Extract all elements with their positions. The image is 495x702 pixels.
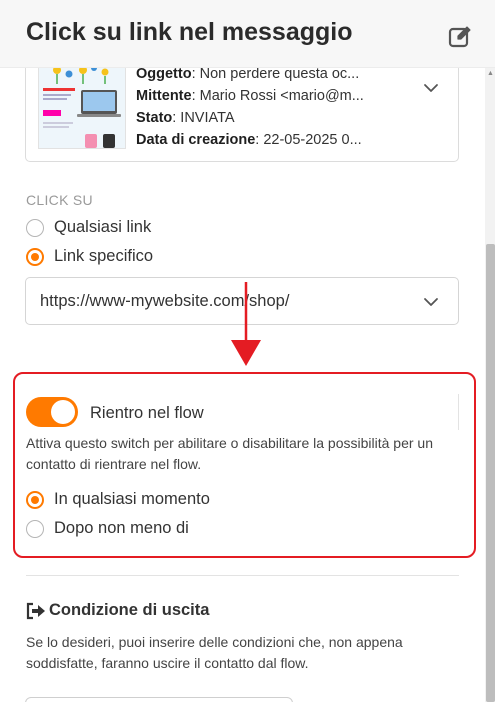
exit-condition-title: Condizione di uscita: [26, 601, 209, 620]
page-title: Click su link nel messaggio: [26, 18, 353, 46]
email-preview-thumbnail: [38, 61, 126, 149]
reentry-toggle[interactable]: [26, 397, 78, 427]
reentry-description: Attiva questo switch per abilitare o dis…: [26, 435, 433, 472]
radio-label: In qualsiasi momento: [54, 490, 210, 508]
exit-condition-description: Se lo desideri, puoi inserire delle cond…: [26, 634, 403, 671]
radio-button-selected[interactable]: [26, 247, 44, 266]
click-on-section-label: CLICK SU: [26, 192, 93, 208]
message-meta: Oggetto: Non perdere questa oc... Mitten…: [136, 66, 364, 148]
radio-after-at-least[interactable]: Dopo non meno di: [26, 519, 189, 538]
reentry-toggle-label: Rientro nel flow: [90, 404, 204, 422]
section-divider: [26, 575, 459, 576]
radio-button[interactable]: [26, 519, 44, 538]
radio-any-link[interactable]: Qualsiasi link: [26, 218, 151, 237]
annotation-arrow-down-icon: [231, 282, 261, 366]
radio-specific-link[interactable]: Link specifico: [26, 247, 153, 266]
chevron-down-icon[interactable]: [422, 293, 440, 311]
scroll-up-icon[interactable]: ▲: [487, 70, 494, 77]
exit-condition-title-text: Condizione di uscita: [49, 601, 210, 619]
chevron-down-icon[interactable]: [422, 79, 440, 97]
sign-out-icon: [26, 602, 45, 619]
radio-button[interactable]: [26, 218, 44, 237]
radio-label: Link specifico: [54, 247, 154, 265]
panel-header: Click su link nel messaggio: [0, 0, 495, 68]
vertical-divider: [458, 394, 459, 430]
radio-button-selected[interactable]: [26, 490, 44, 509]
add-exit-condition-button[interactable]: [25, 697, 293, 702]
scrollbar-thumb[interactable]: [486, 244, 495, 702]
edit-icon[interactable]: [447, 24, 473, 50]
radio-label: Qualsiasi link: [54, 218, 152, 236]
radio-anytime[interactable]: In qualsiasi momento: [26, 490, 210, 509]
radio-label: Dopo non meno di: [54, 519, 189, 537]
